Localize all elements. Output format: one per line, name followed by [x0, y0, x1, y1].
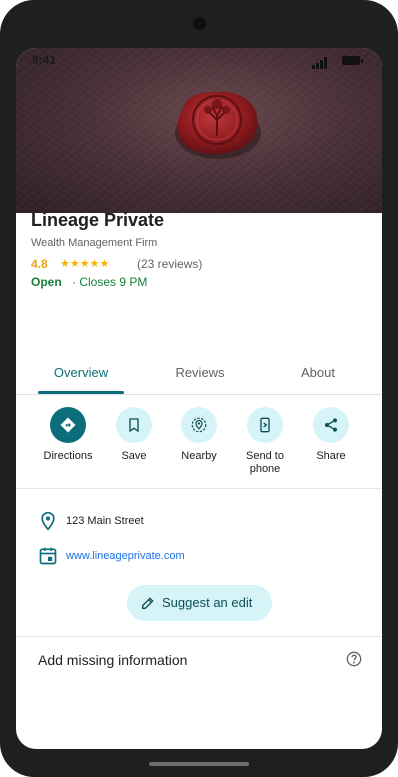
nearby-label: Nearby [181, 450, 217, 462]
status-time: 9:41 [32, 53, 57, 67]
phone-frame: 9:41 Lineage Private Wealth Management F… [0, 0, 398, 777]
directions-label: Directions [43, 450, 93, 462]
share-button[interactable]: Share [298, 403, 364, 463]
website-link[interactable]: www.lineageprivate.com [66, 550, 185, 562]
signal-icon [312, 57, 330, 69]
status-bar: 9:41 [16, 48, 382, 74]
website-icon [39, 547, 57, 565]
address-text: 123 Main Street [66, 515, 144, 527]
action-bar: Directions Save Nearby Send to phone Sha… [16, 403, 382, 487]
add-missing-info[interactable]: Add missing information [38, 652, 187, 668]
help-icon[interactable] [346, 651, 362, 667]
save-button[interactable]: Save [101, 403, 167, 463]
address-row[interactable]: 123 Main Street [16, 508, 382, 536]
directions-button[interactable]: Directions [35, 403, 101, 463]
place-title: Lineage Private [31, 210, 165, 230]
tab-reviews[interactable]: Reviews [157, 365, 243, 380]
directions-icon [50, 407, 86, 443]
place-category: Wealth Management Firm [31, 237, 158, 249]
location-pin-icon [41, 511, 55, 531]
save-label: Save [121, 450, 147, 462]
hero-image: 9:41 [16, 48, 382, 213]
tab-about[interactable]: About [275, 365, 361, 380]
open-status: Open [31, 275, 62, 289]
screen: 9:41 Lineage Private Wealth Management F… [16, 48, 382, 749]
rating-stars-icon: ★★★★★ [60, 258, 110, 270]
active-tab-indicator [38, 391, 124, 394]
camera-icon [193, 17, 206, 30]
tab-overview[interactable]: Overview [38, 365, 124, 380]
send-to-phone-icon [247, 407, 283, 443]
nearby-button[interactable]: Nearby [166, 403, 232, 463]
tab-bar: Overview Reviews About [16, 354, 382, 395]
share-icon [313, 407, 349, 443]
divider [16, 488, 382, 489]
share-label: Share [316, 450, 346, 462]
send-to-phone-label: Send to phone [246, 450, 284, 475]
suggest-edit-label: Suggest an edit [162, 595, 253, 610]
nearby-icon [181, 407, 217, 443]
bookmark-icon [116, 407, 152, 443]
pencil-icon [142, 597, 154, 609]
reviews-count[interactable]: (23 reviews) [137, 257, 202, 271]
website-row[interactable]: www.lineageprivate.com [16, 543, 382, 571]
battery-icon [342, 56, 363, 65]
home-indicator[interactable] [149, 762, 249, 766]
send-to-phone-button[interactable]: Send to phone [232, 403, 298, 476]
suggest-edit-button[interactable]: Suggest an edit [127, 585, 272, 621]
divider [16, 636, 382, 637]
rating-value: 4.8 [31, 257, 48, 271]
closing-time: · Closes 9 PM [72, 275, 148, 289]
